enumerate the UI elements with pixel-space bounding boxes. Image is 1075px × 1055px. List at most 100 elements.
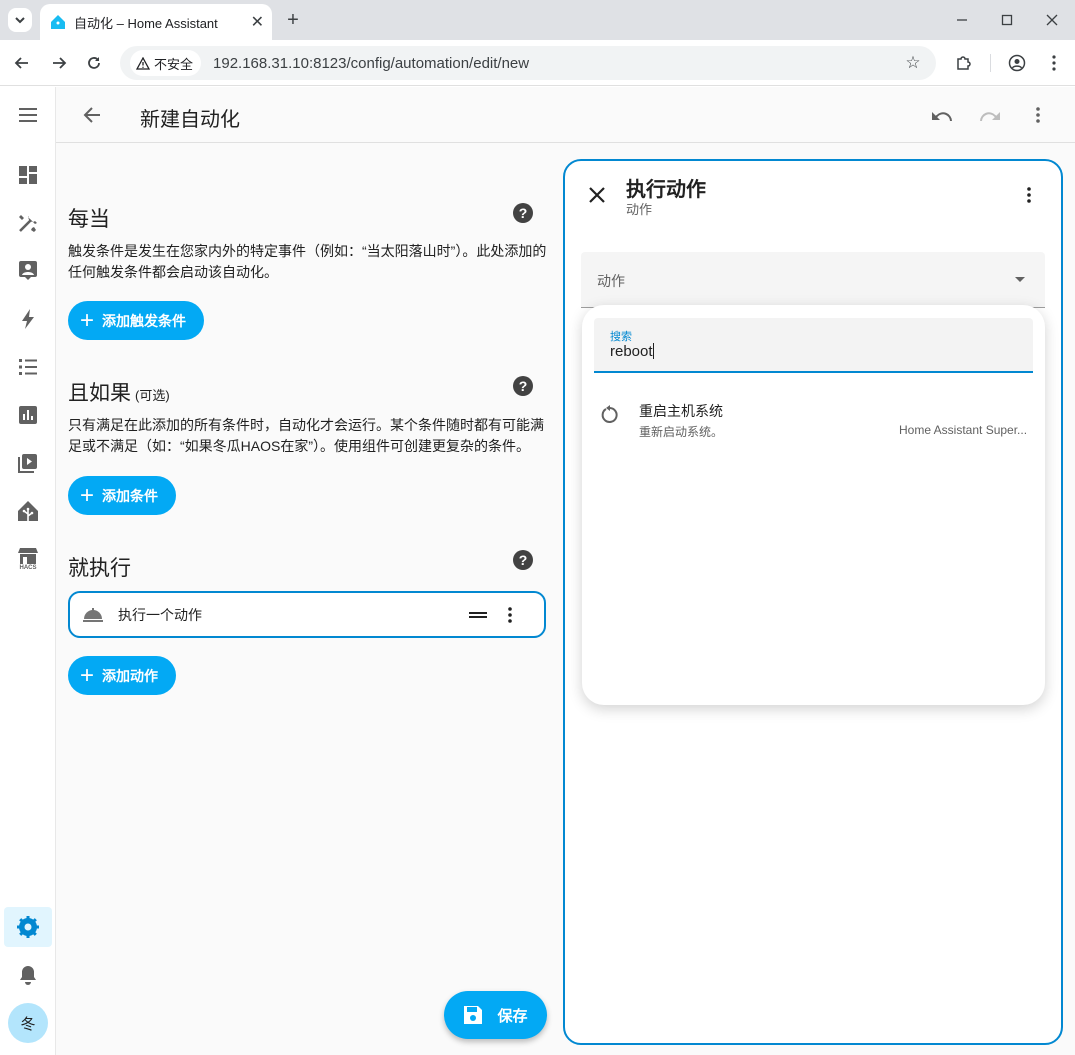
sidebar-item-settings[interactable] [4,907,52,947]
account-box-icon [19,261,37,280]
add-condition-button[interactable]: + 添加条件 [68,476,177,515]
save-button[interactable]: 保存 [444,991,547,1039]
profile-button[interactable] [1005,51,1029,75]
app-header: 新建自动化 [56,87,1075,143]
puzzle-icon [957,56,971,70]
extensions-button[interactable] [952,51,976,75]
conditions-help-icon[interactable]: ? [513,376,533,396]
search-value: reboot [610,343,654,360]
dashboard-icon [19,166,37,184]
user-avatar[interactable]: 冬 [8,1003,48,1043]
action-editor-pane: 执行动作 动作 动作 搜索 reboot 重启主机系统 重新启动系统。 Home… [563,159,1063,1045]
address-bar[interactable]: 不安全 192.168.31.10:8123/config/automation… [120,46,936,80]
back-button[interactable] [10,51,34,75]
add-trigger-label: 添加触发条件 [102,312,187,329]
play-box-icon [18,454,37,473]
sidebar-item-hacs[interactable]: HACS [4,539,52,579]
reload-button[interactable] [82,51,106,75]
page-title: 新建自动化 [140,109,240,131]
sidebar-item-profile[interactable] [4,250,52,290]
forward-button[interactable] [47,51,71,75]
list-item[interactable]: 重启主机系统 重新启动系统。 Home Assistant Super... [582,385,1045,441]
action-more-vert-icon[interactable] [508,606,512,623]
add-action-label: 添加动作 [102,667,159,684]
more-vert-icon [1027,187,1031,203]
save-label: 保存 [497,1007,528,1025]
sidebar: HACS 冬 [0,87,56,1055]
arrow-left-icon [83,107,100,123]
add-condition-label: 添加条件 [102,487,159,504]
redo-icon [980,112,1000,122]
home-assistant-icon [18,501,38,521]
pane-close-button[interactable] [585,183,609,207]
sidebar-item-energy[interactable] [4,299,52,339]
url-text: 192.168.31.10:8123/config/automation/edi… [213,54,530,72]
tab-search-button[interactable] [8,8,32,32]
tab-title: 自动化 – Home Assistant [74,15,218,31]
sidebar-item-logbook[interactable] [4,347,52,387]
actions-title: 就执行 [68,557,131,580]
actions-help-icon[interactable]: ? [513,550,533,570]
search-value-text: reboot [610,343,653,360]
undo-button[interactable] [930,103,954,127]
minimize-button[interactable] [950,8,974,32]
sidebar-item-overview[interactable] [4,155,52,195]
add-action-button[interactable]: + 添加动作 [68,656,177,695]
tools-icon [19,215,37,232]
sidebar-item-media[interactable] [4,443,52,483]
gear-icon [17,916,39,938]
dropdown-arrow-icon [1015,277,1025,282]
triggers-title: 每当 [68,208,110,231]
minimize-icon [957,19,967,21]
browser-menu-button[interactable] [1042,51,1066,75]
conditions-optional-label: (可选) [135,388,170,403]
bookmark-star-icon[interactable]: ☆ [902,52,924,74]
account-circle-icon [1008,54,1026,72]
add-trigger-button[interactable]: + 添加触发条件 [68,301,205,340]
sidebar-menu-button[interactable] [4,95,52,135]
home-assistant-favicon-icon [51,15,65,29]
back-arrow-button[interactable] [80,103,104,127]
drag-handle-icon[interactable] [468,610,488,620]
maximize-button[interactable] [995,8,1019,32]
search-label: 搜索 [610,331,632,343]
restart-icon [601,405,618,423]
hacs-label: HACS [19,564,37,571]
sidebar-item-tools[interactable] [4,203,52,243]
home-assistant-app: HACS 冬 新建自动化 每当 ? 触发条件是发生在您家内外的特定事件（例如：“… [0,87,1075,1055]
result-title: 重启主机系统 [639,403,723,419]
pane-subtitle: 动作 [626,202,653,217]
lightning-icon [22,309,34,329]
sidebar-item-home[interactable] [4,491,52,531]
arrow-left-icon [14,57,28,69]
list-icon [19,359,37,375]
menu-icon [19,108,37,122]
security-chip[interactable]: 不安全 [130,50,202,76]
action-item-label: 执行一个动作 [118,606,202,623]
conditions-title: 且如果 (可选) [68,377,170,407]
redo-button[interactable] [978,103,1002,127]
plus-icon: + [80,306,95,334]
conditions-title-text: 且如果 [68,382,131,405]
maximize-icon [1001,14,1013,26]
sidebar-item-history[interactable] [4,395,52,435]
window-close-button[interactable] [1040,8,1064,32]
action-select[interactable]: 动作 [581,252,1045,308]
header-menu-button[interactable] [1026,103,1050,127]
more-vert-icon [1052,55,1056,71]
plus-icon: + [80,661,95,689]
text-caret [652,343,654,359]
undo-icon [932,112,952,122]
new-tab-button[interactable]: + [282,8,304,32]
tab-close-icon[interactable]: ✕ [251,12,264,32]
browser-tab-strip: 自动化 – Home Assistant ✕ + [0,0,1075,40]
triggers-help-icon[interactable]: ? [513,203,533,223]
action-item[interactable]: 执行一个动作 [68,591,546,638]
action-search-input[interactable]: 搜索 reboot [594,318,1033,373]
pane-menu-button[interactable] [1017,183,1041,207]
room-service-icon [83,607,103,622]
browser-tab[interactable]: 自动化 – Home Assistant ✕ [40,4,272,40]
toolbar-divider [990,54,991,72]
chart-box-icon [19,406,37,424]
sidebar-item-notifications[interactable] [4,955,52,995]
